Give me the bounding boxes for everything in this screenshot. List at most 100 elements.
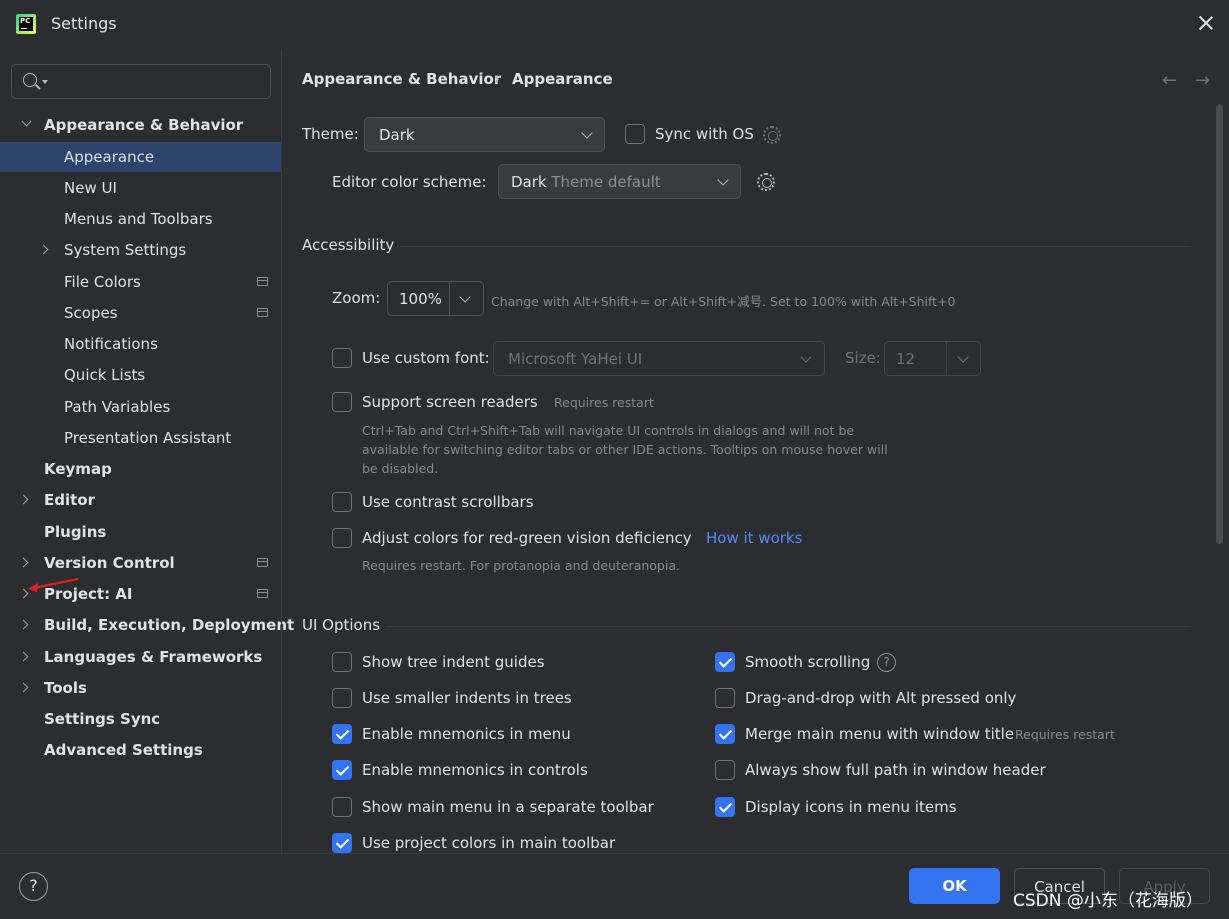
- drag-drop-alt-label: Drag-and-drop with Alt pressed only: [745, 689, 1017, 707]
- mnemonics-controls-checkbox[interactable]: [332, 760, 352, 780]
- sidebar-item-appearance[interactable]: Appearance: [0, 142, 281, 172]
- separate-toolbar-checkbox[interactable]: [332, 797, 352, 817]
- gear-icon[interactable]: [757, 173, 775, 191]
- chevron-right-icon[interactable]: [18, 557, 29, 568]
- sidebar-item-menus-toolbars[interactable]: Menus and Toolbars: [0, 204, 281, 234]
- sidebar-item-build-execution-deployment[interactable]: Build, Execution, Deployment: [0, 610, 294, 640]
- sidebar-item-tools[interactable]: Tools: [0, 673, 281, 703]
- full-path-header-label: Always show full path in window header: [745, 761, 1046, 779]
- chevron-down-icon[interactable]: [459, 291, 471, 303]
- chevron-right-icon[interactable]: [18, 651, 29, 662]
- chevron-down-icon[interactable]: [21, 116, 32, 127]
- chevron-right-icon[interactable]: [38, 244, 49, 255]
- font-size-combobox-separator: [946, 342, 947, 375]
- breadcrumb-separator: ›: [494, 70, 500, 88]
- color-scheme-select[interactable]: Dark Theme default: [498, 164, 741, 199]
- zoom-combobox-separator: [449, 282, 450, 315]
- zoom-combobox[interactable]: 100%: [387, 281, 484, 316]
- project-level-icon: [257, 277, 268, 286]
- smaller-indents-label: Use smaller indents in trees: [362, 689, 572, 707]
- sidebar-item-scopes[interactable]: Scopes: [0, 298, 281, 328]
- font-size-label: Size:: [845, 349, 881, 367]
- sidebar-item-system-settings[interactable]: System Settings: [0, 235, 281, 265]
- sidebar-item-plugins[interactable]: Plugins: [0, 517, 281, 547]
- breadcrumb-parent[interactable]: Appearance & Behavior: [302, 70, 501, 88]
- merge-main-menu-checkbox[interactable]: [715, 724, 735, 744]
- content-scrollbar[interactable]: [1216, 104, 1223, 544]
- settings-search-input[interactable]: [11, 64, 271, 99]
- close-icon[interactable]: [1195, 12, 1217, 34]
- sidebar-item-new-ui[interactable]: New UI: [0, 173, 281, 203]
- chevron-down-icon: [581, 127, 593, 139]
- help-button[interactable]: ?: [19, 872, 48, 901]
- sidebar-item-quick-lists[interactable]: Quick Lists: [0, 360, 281, 390]
- full-path-header-checkbox[interactable]: [715, 760, 735, 780]
- color-deficiency-checkbox[interactable]: [332, 528, 352, 548]
- screen-readers-checkbox[interactable]: [332, 392, 352, 412]
- tree-indent-guides-checkbox[interactable]: [332, 652, 352, 672]
- footer-divider: [0, 853, 1229, 854]
- back-arrow-icon[interactable]: ←: [1162, 72, 1180, 90]
- screen-readers-restart-hint: Requires restart: [554, 395, 654, 410]
- zoom-label: Zoom:: [332, 289, 381, 307]
- sidebar-item-presentation-assistant[interactable]: Presentation Assistant: [0, 423, 281, 453]
- chevron-right-icon[interactable]: [18, 588, 29, 599]
- contrast-scrollbars-checkbox[interactable]: [332, 492, 352, 512]
- merge-main-menu-restart-hint: Requires restart: [1015, 727, 1115, 742]
- chevron-right-icon[interactable]: [18, 619, 29, 630]
- custom-font-checkbox[interactable]: [332, 348, 352, 368]
- menu-icons-checkbox[interactable]: [715, 797, 735, 817]
- sync-with-os-checkbox[interactable]: [625, 124, 645, 144]
- mnemonics-menu-checkbox[interactable]: [332, 724, 352, 744]
- smooth-scrolling-checkbox[interactable]: [715, 652, 735, 672]
- mnemonics-menu-label: Enable mnemonics in menu: [362, 725, 571, 743]
- project-level-icon: [257, 558, 268, 567]
- screen-readers-label: Support screen readers: [362, 393, 538, 411]
- theme-label: Theme:: [302, 125, 359, 143]
- sidebar-item-editor[interactable]: Editor: [0, 485, 281, 515]
- menu-icons-label: Display icons in menu items: [745, 798, 957, 816]
- csdn-watermark: CSDN @小东（花海版）: [1013, 891, 1203, 911]
- sidebar-item-settings-sync[interactable]: Settings Sync: [0, 704, 281, 734]
- help-icon[interactable]: ?: [877, 653, 896, 672]
- sidebar-item-appearance-behavior[interactable]: Appearance & Behavior: [0, 110, 281, 140]
- gear-icon[interactable]: [763, 126, 781, 144]
- theme-select[interactable]: Dark: [364, 117, 605, 152]
- search-history-chevron-icon[interactable]: [42, 80, 48, 84]
- chevron-down-icon[interactable]: [957, 351, 969, 363]
- project-colors-checkbox[interactable]: [332, 833, 352, 853]
- smaller-indents-checkbox[interactable]: [332, 688, 352, 708]
- sidebar-item-path-variables[interactable]: Path Variables: [0, 392, 281, 422]
- accessibility-section-title: Accessibility: [302, 236, 395, 254]
- separate-toolbar-label: Show main menu in a separate toolbar: [362, 798, 654, 816]
- chevron-right-icon[interactable]: [18, 682, 29, 693]
- color-scheme-label: Editor color scheme:: [332, 173, 487, 191]
- how-it-works-link[interactable]: How it works: [706, 529, 802, 547]
- font-size-combobox[interactable]: 12: [884, 341, 981, 376]
- sidebar-item-file-colors[interactable]: File Colors: [0, 267, 281, 297]
- smooth-scrolling-label: Smooth scrolling: [745, 653, 871, 671]
- tree-indent-guides-label: Show tree indent guides: [362, 653, 545, 671]
- sidebar-item-advanced-settings[interactable]: Advanced Settings: [0, 735, 281, 765]
- ok-button[interactable]: OK: [909, 868, 1000, 904]
- merge-main-menu-label: Merge main menu with window title: [745, 725, 1015, 743]
- project-colors-label: Use project colors in main toolbar: [362, 834, 616, 852]
- sidebar-item-languages-frameworks[interactable]: Languages & Frameworks: [0, 642, 281, 672]
- pycharm-logo-icon: PC: [16, 14, 36, 34]
- section-divider: [386, 626, 1191, 627]
- red-annotation-arrow-icon: [28, 577, 79, 592]
- forward-arrow-icon[interactable]: →: [1195, 72, 1213, 90]
- sidebar-item-keymap[interactable]: Keymap: [0, 454, 281, 484]
- sidebar-item-notifications[interactable]: Notifications: [0, 329, 281, 359]
- contrast-scrollbars-label: Use contrast scrollbars: [362, 493, 534, 511]
- sync-with-os-label: Sync with OS: [655, 125, 754, 143]
- title-bar: PC Settings: [0, 0, 1229, 50]
- breadcrumb-current: Appearance: [512, 70, 613, 88]
- drag-drop-alt-checkbox[interactable]: [715, 688, 735, 708]
- color-deficiency-hint: Requires restart. For protanopia and deu…: [362, 558, 680, 573]
- zoom-hint: Change with Alt+Shift+= or Alt+Shift+减号.…: [491, 294, 956, 309]
- section-divider: [400, 246, 1191, 247]
- custom-font-select[interactable]: Microsoft YaHei UI: [493, 341, 825, 376]
- search-icon: [23, 73, 37, 87]
- chevron-right-icon[interactable]: [18, 494, 29, 505]
